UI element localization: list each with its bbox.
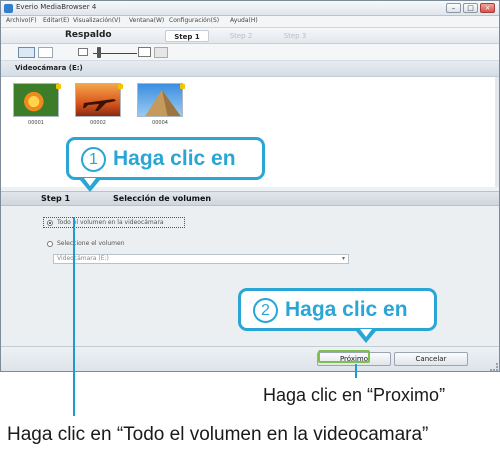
- volume-select[interactable]: Videocámara (E:) ▾: [53, 254, 349, 264]
- close-button[interactable]: ×: [480, 3, 495, 13]
- callout-1: 1 Haga clic en: [66, 137, 265, 180]
- caption-all-volume: Haga clic en “Todo el volumen en la vide…: [7, 424, 429, 445]
- list-view-icon[interactable]: [38, 47, 53, 58]
- next-button-highlight: [318, 350, 370, 363]
- volume-select-value: Videocámara (E:): [57, 255, 109, 262]
- view-toolbar: [1, 44, 499, 61]
- step-panel-title: Selección de volumen: [113, 194, 212, 203]
- callout-number: 2: [253, 298, 278, 323]
- zoom-in-icon[interactable]: [138, 47, 151, 57]
- minimize-button[interactable]: –: [446, 3, 461, 13]
- thumbnail-name: 00002: [90, 120, 106, 126]
- display-option-icon[interactable]: [154, 47, 168, 58]
- manual-illustration: Everio MediaBrowser 4 – □ × Archivo(F) E…: [0, 0, 500, 457]
- mode-label: Respaldo: [65, 30, 112, 40]
- mode-tab-bar: Respaldo Step 1 Step 2 Step 3: [1, 28, 499, 44]
- selected-marker-icon: [180, 84, 185, 89]
- tab-step-1[interactable]: Step 1: [165, 30, 209, 42]
- pyramid-thumbnail[interactable]: [137, 83, 183, 117]
- callout-text: Haga clic en: [285, 298, 408, 321]
- callout-2-pointer-inner: [360, 329, 372, 337]
- resize-grip-icon[interactable]: [490, 363, 498, 371]
- airplane-thumbnail[interactable]: [75, 83, 121, 117]
- menu-ventana[interactable]: Ventana(W): [129, 17, 164, 24]
- menu-editar[interactable]: Editar(E): [43, 17, 69, 24]
- callout-number: 1: [81, 147, 106, 172]
- selected-marker-icon: [56, 84, 61, 89]
- app-logo-icon: [4, 4, 13, 13]
- thumbnail-scrollbar[interactable]: [495, 77, 499, 187]
- callout-text: Haga clic en: [113, 147, 236, 170]
- thumbnail-name: 00001: [28, 120, 44, 126]
- pointer-line-next: [355, 364, 357, 378]
- device-label: Videocámara (E:): [15, 64, 83, 72]
- step-panel-header: Step 1 Selección de volumen: [1, 191, 499, 206]
- callout-2: 2 Haga clic en: [238, 288, 437, 331]
- zoom-slider-thumb[interactable]: [97, 47, 101, 58]
- cancel-button[interactable]: Cancelar: [394, 352, 468, 366]
- window-title: Everio MediaBrowser 4: [16, 3, 97, 11]
- tab-step-3: Step 3: [283, 32, 307, 40]
- radio-select-volume[interactable]: [47, 241, 53, 247]
- device-header: Videocámara (E:): [1, 61, 499, 77]
- callout-1-pointer-inner: [84, 178, 96, 186]
- menu-configuracion[interactable]: Configuración(S): [169, 17, 219, 24]
- zoom-out-icon[interactable]: [78, 48, 88, 56]
- chevron-down-icon: ▾: [341, 255, 345, 262]
- menu-ayuda[interactable]: Ayuda(H): [230, 17, 258, 24]
- maximize-button[interactable]: □: [463, 3, 478, 13]
- pointer-line-all-volume: [73, 217, 75, 416]
- menu-bar: Archivo(F) Editar(E) Visualización(V) Ve…: [1, 16, 499, 28]
- tab-step-2: Step 2: [229, 32, 253, 40]
- caption-next: Haga clic en “Proximo”: [263, 385, 446, 405]
- thumbnail-name: 00004: [152, 120, 168, 126]
- title-bar: Everio MediaBrowser 4 – □ ×: [1, 1, 499, 16]
- flower-thumbnail[interactable]: [13, 83, 59, 117]
- bottom-bar: Próximo Cancelar: [1, 346, 499, 371]
- option-select-volume-label[interactable]: Seleccione el volumen: [57, 240, 125, 247]
- step-panel-step: Step 1: [41, 194, 71, 203]
- menu-archivo[interactable]: Archivo(F): [6, 17, 37, 24]
- menu-visualizacion[interactable]: Visualización(V): [73, 17, 121, 24]
- grid-view-icon[interactable]: [18, 47, 35, 58]
- radio-all-volume[interactable]: [47, 220, 53, 226]
- selected-marker-icon: [118, 84, 123, 89]
